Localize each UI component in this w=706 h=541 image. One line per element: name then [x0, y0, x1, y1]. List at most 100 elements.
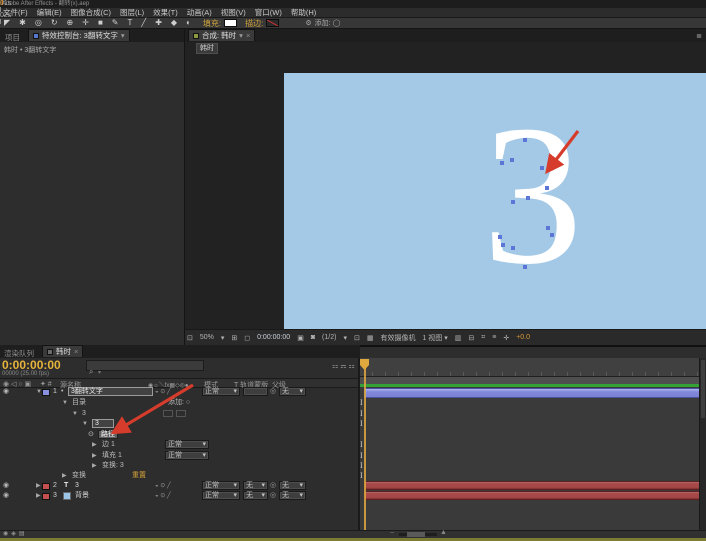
ruler-tick [0, 19, 1, 24]
label-color-swatch[interactable] [42, 389, 50, 396]
path-vertex-5[interactable] [550, 166, 554, 170]
path-vertex-11[interactable] [498, 235, 502, 239]
parent-pickwhip-icon[interactable]: ◎ [270, 387, 276, 397]
timeline-row-9[interactable]: ▶ 变换 重置 [0, 471, 358, 481]
trkmat-dropdown[interactable]: 无▾ [243, 481, 268, 490]
timeline-row-6[interactable]: ▶ 边 1 正常▾ [0, 440, 358, 450]
property-inpoint-beam: I [360, 472, 363, 480]
exposure-icon[interactable]: ✛ [503, 334, 509, 342]
twirl-icon[interactable]: ▶ [36, 491, 41, 501]
twirl-icon[interactable]: ▶ [92, 440, 97, 450]
timeline-row-1[interactable]: ◉▼1•3翻转文字◒ ⊙ ╱正常▾◎无▾ [0, 387, 358, 397]
property-name-selected[interactable]: 路径 [98, 430, 118, 439]
path-vertex-9[interactable] [546, 226, 550, 230]
timeline-row-7[interactable]: ▶ 填充 1 正常▾ [0, 451, 358, 461]
track-area[interactable] [360, 387, 706, 530]
property-name[interactable]: 变换: 3 [102, 461, 124, 471]
timeline-button-icon[interactable]: ⌗ [481, 334, 485, 342]
layer3-duration-bar[interactable] [364, 491, 706, 500]
path-vertex-7[interactable] [526, 196, 530, 200]
path-vertex-3[interactable] [510, 158, 514, 162]
parent-dropdown[interactable]: 无▾ [279, 481, 306, 490]
scrollbar-thumb[interactable] [701, 360, 705, 418]
exposure-value[interactable]: +0.0 [516, 334, 530, 341]
transparency-grid-icon[interactable]: ▦ [367, 334, 374, 342]
path-vertex-4[interactable] [540, 166, 544, 170]
path-vertex-6[interactable] [545, 186, 549, 190]
text-layer-icon: T [64, 481, 68, 491]
layer-name[interactable]: 3 [75, 481, 79, 491]
layer-name[interactable]: 背景 [75, 491, 89, 501]
label-color-swatch[interactable] [42, 483, 50, 490]
mode-dropdown[interactable]: 正常▾ [202, 387, 240, 396]
layer2-duration-bar[interactable] [364, 481, 706, 490]
reset-button[interactable]: 重置 [132, 471, 146, 481]
property-name[interactable]: 填充 1 [102, 451, 122, 461]
blend-mode-dropdown[interactable]: 正常▾ [165, 451, 209, 460]
property-name[interactable]: 3 [82, 409, 86, 419]
ruler-label-02s: 02s [0, 12, 11, 19]
parent-dropdown[interactable]: 无▾ [279, 491, 306, 500]
trkmat-dropdown[interactable]: 无▾ [243, 491, 268, 500]
group-icon-2[interactable] [176, 410, 186, 417]
eye-icon[interactable]: ◉ [3, 492, 9, 500]
timeline-row-4[interactable]: ▼3 [0, 419, 358, 429]
timeline-row-10[interactable]: ◉▶2T3◒ ⊙ ╱正常▾无▾◎无▾ [0, 481, 358, 491]
timeline-row-11[interactable]: ◉▶3背景◒ ⊙ ╱正常▾无▾◎无▾ [0, 491, 358, 501]
flowchart-icon[interactable]: ≡ [492, 334, 496, 341]
twirl-icon[interactable]: ▶ [92, 451, 97, 461]
layer-switches[interactable]: ◒ ⊙ ╱ [155, 481, 171, 491]
mode-dropdown[interactable]: 正常▾ [202, 481, 240, 490]
timeline-row-3[interactable]: ▼3 [0, 409, 358, 419]
parent-dropdown[interactable]: 无▾ [279, 387, 306, 396]
mode-dropdown[interactable]: 正常▾ [202, 491, 240, 500]
layer-switches[interactable]: ◒ ⊙ ╱ [155, 491, 171, 501]
twirl-icon[interactable]: ▼ [82, 419, 88, 429]
blend-mode-dropdown[interactable]: 正常▾ [165, 440, 209, 449]
camera-view-menu[interactable]: 有效摄像机 [380, 333, 415, 343]
stopwatch-icon[interactable]: ⊙ [88, 430, 94, 440]
twirl-icon[interactable]: ▶ [36, 481, 41, 491]
footer-toggle-icons[interactable]: ◉◈▤ [3, 530, 28, 537]
timeline-row-5[interactable]: ⊙ 路径 [0, 430, 358, 440]
add-shape-button[interactable]: 添加: ○ [168, 398, 190, 408]
parent-pickwhip-icon[interactable]: ◎ [270, 481, 276, 491]
current-time-indicator-line[interactable] [364, 360, 366, 530]
group-icon-1[interactable] [163, 410, 173, 417]
path-vertex-2[interactable] [500, 161, 504, 165]
view-layout-menu[interactable]: 1 视图 ▾ [422, 333, 447, 343]
path-vertex-13[interactable] [511, 246, 515, 250]
pixel-aspect-icon[interactable]: ▥ [455, 334, 462, 342]
parent-pickwhip-icon[interactable]: ◎ [270, 491, 276, 501]
label-color-swatch[interactable] [42, 493, 50, 500]
panel-menu-icon[interactable]: ≣ [696, 32, 702, 40]
zoom-slider-handle[interactable] [407, 532, 425, 537]
layer1-duration-bar[interactable] [364, 388, 706, 398]
twirl-icon[interactable]: ▶ [62, 471, 67, 481]
path-vertex-12[interactable] [501, 243, 505, 247]
path-vertex-1[interactable] [523, 138, 527, 142]
twirl-icon[interactable]: ▼ [72, 409, 78, 419]
layer-switches[interactable]: ◒ ⊙ ╱ [155, 387, 171, 397]
property-name[interactable]: 边 1 [102, 440, 115, 450]
keyframe-marker-orange[interactable]: ‖ [0, 0, 6, 8]
timeline-vertical-scrollbar[interactable] [699, 358, 706, 530]
zoom-in-icon[interactable]: ▲ [440, 529, 447, 536]
timeline-zoom-slider[interactable] [399, 533, 437, 536]
property-name[interactable]: 目录 [72, 398, 86, 408]
path-vertex-14[interactable] [523, 265, 527, 269]
group-name-editbox[interactable]: 3 [92, 419, 114, 428]
property-name[interactable]: 变换 [72, 471, 86, 481]
twirl-icon[interactable]: ▼ [62, 398, 68, 408]
twirl-icon[interactable]: ▶ [92, 461, 97, 471]
eye-icon[interactable]: ◉ [3, 388, 9, 396]
layer-name-editbox[interactable]: 3翻转文字 [68, 387, 153, 396]
path-vertex-10[interactable] [550, 233, 554, 237]
timeline-row-8[interactable]: ▶ 变换: 3 [0, 461, 358, 471]
eye-icon[interactable]: ◉ [3, 482, 9, 490]
fast-preview-icon[interactable]: ⊟ [468, 334, 474, 342]
zoom-out-icon[interactable]: − [390, 530, 394, 537]
trkmat-dropdown[interactable] [243, 387, 268, 396]
path-vertex-8[interactable] [511, 200, 515, 204]
timeline-row-2[interactable]: ▼ 目录 添加: ○ [0, 398, 358, 408]
